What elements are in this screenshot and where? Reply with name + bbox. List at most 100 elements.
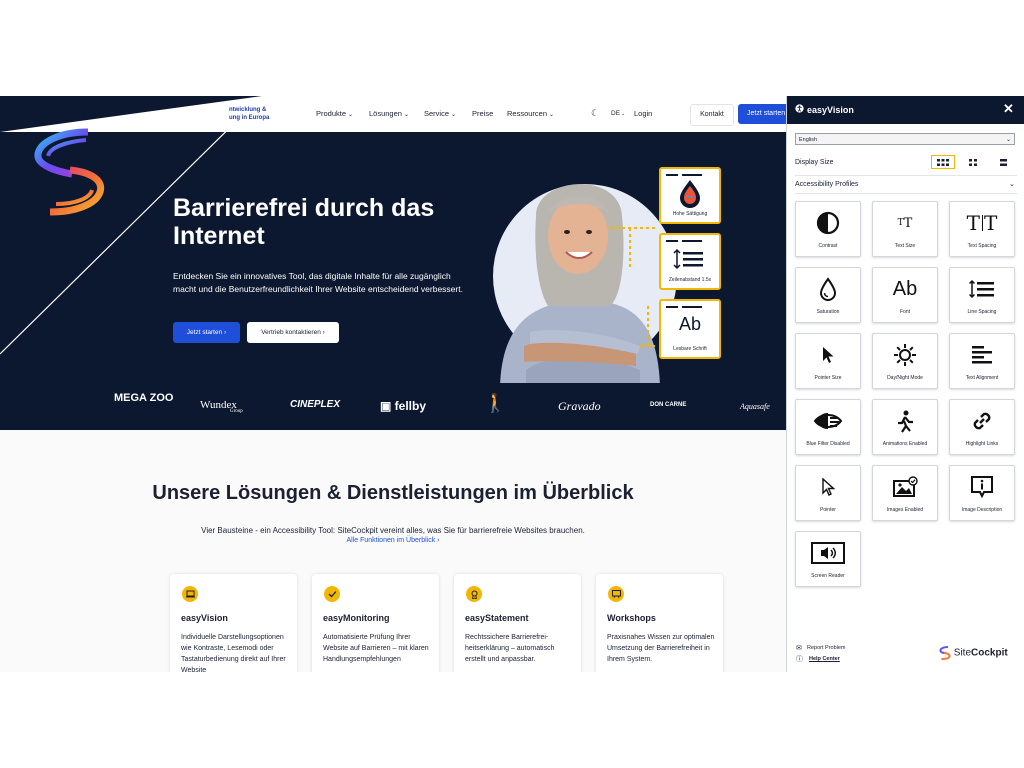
brand-doncarne: DON CARNE (650, 402, 687, 408)
brand-aquasafe: Aquasafe (740, 402, 770, 411)
mail-icon: ✉ (796, 645, 802, 652)
grid-small-icon (937, 158, 949, 166)
all-features-link[interactable]: Alle Funktionen im Überblick › (0, 537, 786, 544)
card-ab-glyph: Ab (678, 314, 702, 334)
brand-logo-strip: MEGA ZOO Wundex Group CINEPLEX ▣ fellby 🚶… (0, 383, 786, 430)
chevron-down-icon: ⌄ (549, 112, 555, 118)
text-alignment-icon (972, 346, 992, 364)
card-text: Individuelle Darstellungsoptio­nen wie K… (181, 634, 286, 672)
hero-contact-sales-button[interactable]: Vertrieb kontaktieren › (247, 322, 339, 343)
laptop-icon (182, 586, 198, 602)
card-label-saturation: Hohe Sättigung (672, 211, 708, 217)
sitecockpit-logo-icon (939, 646, 951, 660)
day-night-icon (894, 344, 916, 366)
report-problem-link[interactable]: Report Problem (807, 645, 846, 651)
nav-produkte[interactable]: Produkte ⌄ (316, 109, 353, 118)
nav-service[interactable]: Service ⌄ (424, 109, 456, 118)
tile-highlight-links[interactable]: Highlight Links (949, 399, 1015, 455)
website: ntwicklung & ung in Europa Produkte ⌄ Lös… (0, 96, 786, 672)
saturation-icon (819, 277, 837, 301)
tile-text-spacing[interactable]: TT Text Spacing (949, 201, 1015, 257)
tile-text-alignment[interactable]: Text Alignment (949, 333, 1015, 389)
font-icon: Ab (892, 277, 918, 300)
nav-ressourcen[interactable]: Ressourcen ⌄ (507, 109, 554, 118)
header-tagline: ntwicklung & ung in Europa (229, 107, 270, 121)
service-card-easyvision[interactable]: easyVision Individuelle Darstellungsopti… (170, 574, 297, 672)
display-size-large-button[interactable] (991, 155, 1015, 169)
tile-line-spacing[interactable]: Line Spacing (949, 267, 1015, 323)
card-title: easyMonitoring (323, 613, 390, 623)
ampelmann-logo-icon: 🚶 (484, 393, 507, 413)
brand-cineplex: CINEPLEX (290, 399, 341, 410)
language-select[interactable]: English ⌄ (795, 133, 1015, 145)
card-text: Automatisierte Prüfung Ihrer Website auf… (323, 634, 429, 663)
animations-icon (898, 410, 913, 433)
chevron-down-icon: ⌄ (403, 112, 409, 118)
tile-images[interactable]: Images Enabled (872, 465, 938, 521)
service-card-workshops[interactable]: Workshops Praxisnahes Wissen zur opti­ma… (596, 574, 723, 672)
easyvision-widget-panel: easyVision ✕ English ⌄ Display Size Acces… (786, 96, 1024, 672)
chevron-down-icon: ⌄ (621, 111, 626, 117)
highlight-links-icon (973, 412, 991, 430)
section-title: Unsere Lösungen & Dienstleistungen im Üb… (152, 482, 634, 504)
kontakt-button[interactable]: Kontakt (690, 104, 734, 126)
brand-gravado: Gravado (558, 399, 601, 413)
images-icon (893, 476, 918, 497)
language-switcher[interactable]: DE⌄ (611, 110, 625, 117)
brand-fellby: ▣ fellby (380, 399, 427, 413)
sitecockpit-brand[interactable]: SiteCockpit (939, 646, 1008, 660)
display-size-medium-button[interactable] (961, 155, 985, 169)
image-description-icon (971, 476, 993, 499)
grid-medium-icon (969, 158, 977, 166)
divider (795, 193, 1017, 194)
service-card-easymonitoring[interactable]: easyMonitoring Automatisierte Prüfung Ih… (312, 574, 439, 672)
sitecockpit-logo-icon (34, 128, 105, 216)
hero-start-button[interactable]: Jetzt starten › (173, 322, 240, 343)
chevron-down-icon[interactable]: ⌄ (1009, 180, 1015, 188)
service-card-easystatement[interactable]: easyStatement Rechtssichere Barrierefrei… (454, 574, 581, 672)
card-title: Workshops (607, 613, 656, 623)
tile-font[interactable]: Ab Font (872, 267, 938, 323)
tile-screen-reader[interactable]: Screen Reader (795, 531, 861, 587)
chevron-down-icon: ⌄ (348, 112, 354, 118)
blue-filter-icon (813, 413, 843, 429)
divider (795, 175, 1017, 176)
hero-title: Barrierefrei durch das Internet (173, 194, 435, 250)
tile-saturation[interactable]: Saturation (795, 267, 861, 323)
screenshot-area: ntwicklung & ung in Europa Produkte ⌄ Lös… (0, 96, 1024, 672)
text-spacing-icon: TT (966, 211, 998, 235)
presentation-icon (608, 586, 624, 602)
tile-animations[interactable]: Animations Enabled (872, 399, 938, 455)
login-link[interactable]: Login (634, 109, 652, 118)
tile-pointer[interactable]: Pointer (795, 465, 861, 521)
brand-wundex: Wundex Group (200, 399, 243, 414)
pointer-size-icon (823, 347, 834, 363)
close-icon[interactable]: ✕ (1003, 101, 1014, 117)
tile-contrast[interactable]: Contrast (795, 201, 861, 257)
accessibility-profiles-toggle[interactable]: Accessibility Profiles (795, 181, 858, 188)
tile-image-description[interactable]: Image Description (949, 465, 1015, 521)
card-label-readable-font: Lesbare Schrift (673, 346, 707, 352)
info-icon: ⓘ (796, 656, 803, 663)
tile-pointer-size[interactable]: Pointer Size (795, 333, 861, 389)
tile-blue-filter[interactable]: Blue Filter Disabled (795, 399, 861, 455)
widget-title: easyVision (807, 105, 854, 115)
hero-text: Entdecken Sie ein innovatives Tool, das … (173, 271, 463, 294)
dark-mode-toggle-icon[interactable]: ☾ (591, 108, 599, 119)
nav-preise[interactable]: Preise (472, 109, 493, 118)
pointer-icon (822, 478, 835, 496)
start-button-header[interactable]: Jetzt starten (738, 104, 786, 124)
help-center-link[interactable]: Help Center (809, 656, 840, 662)
display-size-small-button[interactable] (931, 155, 955, 169)
card-title: easyStatement (465, 613, 529, 623)
certificate-icon (466, 586, 482, 602)
line-spacing-icon (969, 279, 994, 299)
widget-header: easyVision ✕ (787, 96, 1024, 124)
brand-megazoo: MEGA ZOO (114, 392, 174, 404)
card-text: Rechtssichere Barrierefrei­heitserklärun… (465, 634, 555, 663)
nav-loesungen[interactable]: Lösungen ⌄ (369, 109, 409, 118)
tile-day-night-mode[interactable]: Day/Night Mode (872, 333, 938, 389)
display-size-label: Display Size (795, 159, 834, 166)
card-text: Praxisnahes Wissen zur opti­malen Umsetz… (607, 634, 715, 663)
tile-text-size[interactable]: TT Text Size (872, 201, 938, 257)
